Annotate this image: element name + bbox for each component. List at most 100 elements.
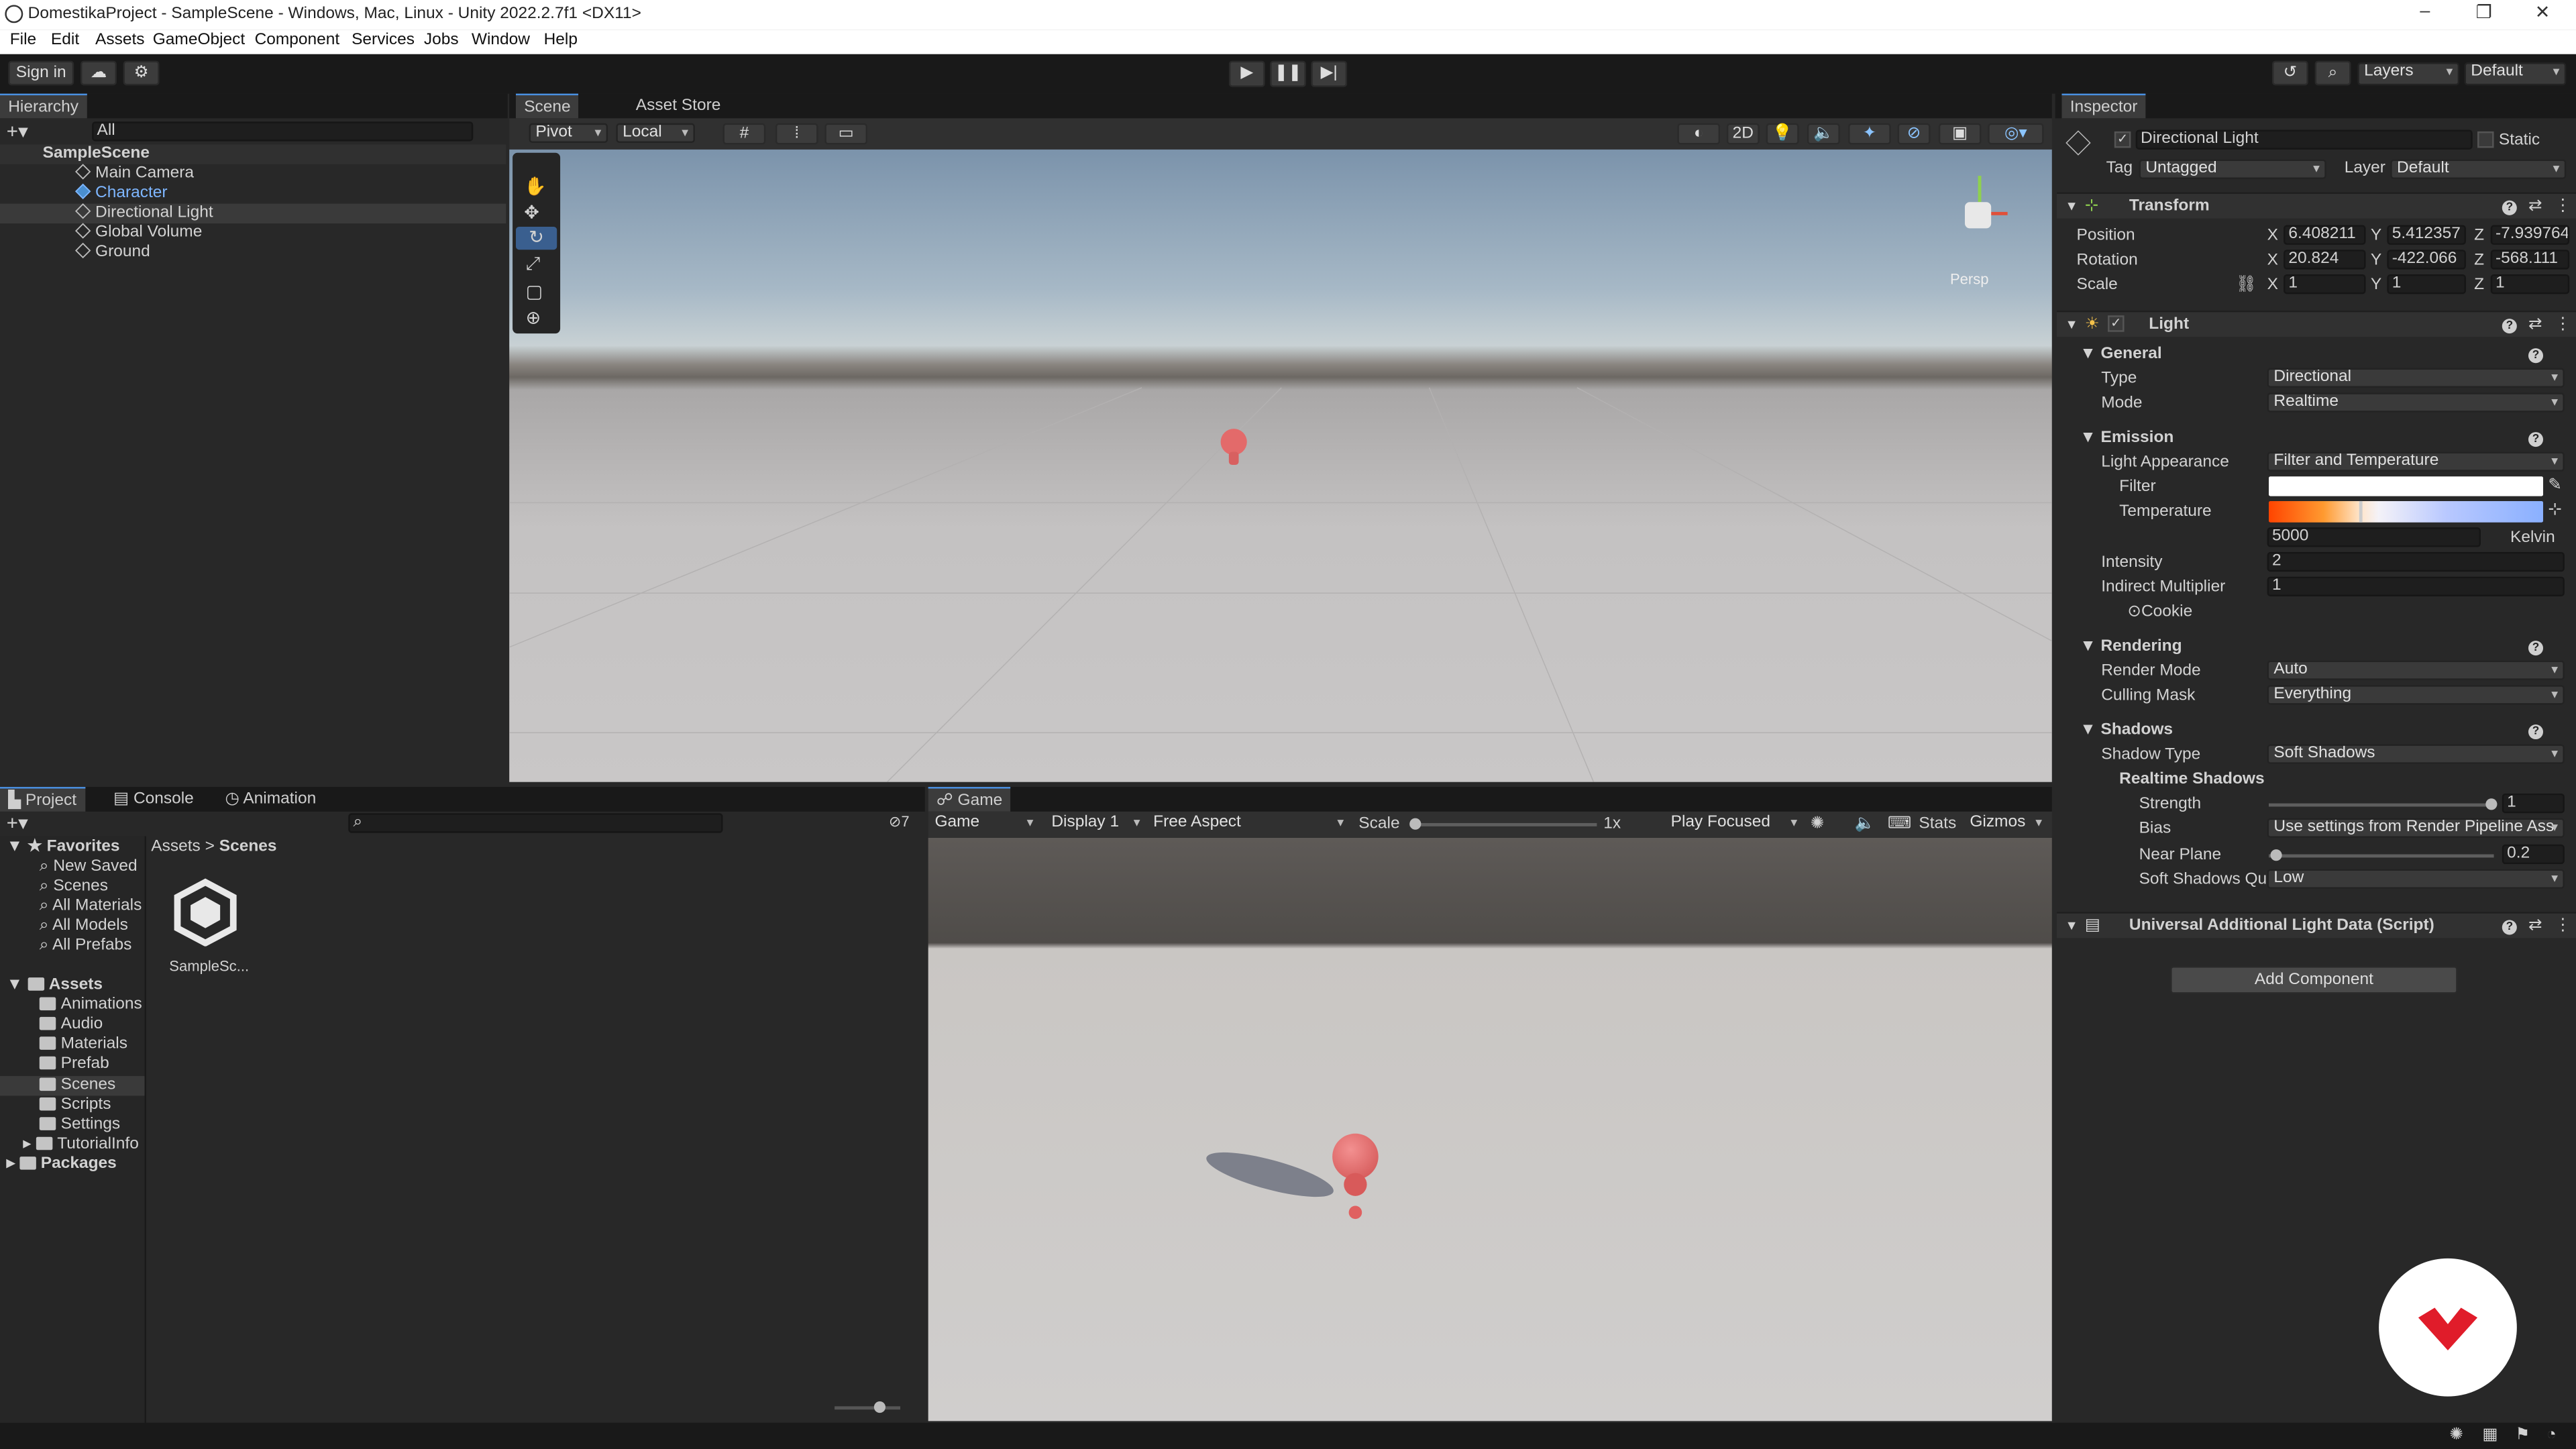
rect-tool-icon[interactable]: ▢ (526, 281, 543, 302)
filter-color-field[interactable] (2269, 476, 2544, 496)
script-header[interactable]: ▼ ▤ Universal Additional Light Data (Scr… (2057, 912, 2576, 938)
minimize-button[interactable]: – (2420, 1, 2430, 21)
transform-tool-icon[interactable]: ⊕ (526, 307, 541, 328)
game-mode-dropdown[interactable]: Game (930, 815, 1038, 835)
tab-console[interactable]: ▤ Console (105, 787, 202, 812)
shadow-type-dropdown[interactable]: Soft Shadows (2267, 744, 2565, 764)
progress-icon[interactable]: ◔ (2546, 1426, 2557, 1444)
menu-jobs[interactable]: Jobs (424, 32, 459, 50)
breadcrumb-scenes[interactable]: Scenes (219, 838, 277, 856)
cloud-icon[interactable]: ☁ (80, 60, 117, 86)
strength-slider[interactable] (2269, 798, 2498, 810)
preset-icon[interactable]: ⇄ (2528, 197, 2542, 215)
cache-server-icon[interactable]: ▦ (2482, 1426, 2498, 1444)
hierarchy-item-global-volume[interactable]: Global Volume (0, 223, 506, 243)
bias-dropdown[interactable]: Use settings from Render Pipeline Ass (2267, 818, 2565, 838)
grid-snap-icon[interactable]: # (722, 123, 766, 145)
close-button[interactable]: ✕ (2535, 1, 2551, 23)
help-icon[interactable]: ? (2528, 641, 2544, 656)
scene-asset-icon[interactable] (171, 877, 240, 947)
help-icon[interactable]: ? (2528, 348, 2544, 364)
add-component-button[interactable]: Add Component (2170, 966, 2458, 994)
menu-window[interactable]: Window (472, 32, 530, 50)
gizmos-dropdown[interactable]: Gizmos (1965, 815, 2047, 835)
menu-assets[interactable]: Assets (95, 32, 145, 50)
create-icon[interactable]: +▾ (7, 812, 28, 835)
persp-label[interactable]: Persp (1950, 271, 1989, 287)
pivot-dropdown[interactable]: Pivot (529, 123, 608, 144)
constrain-proportions-icon[interactable]: ⛓ (2236, 276, 2257, 294)
game-viewport[interactable] (928, 837, 2052, 1421)
rendering-section[interactable]: ▼ Rendering (2080, 637, 2182, 655)
scale-x-field[interactable]: 1 (2284, 274, 2366, 294)
scale-z-field[interactable]: 1 (2490, 274, 2570, 294)
camera-settings-icon[interactable]: ▣ (1938, 123, 1982, 145)
bug-icon[interactable]: ✺ (1811, 815, 1825, 833)
rotation-y-field[interactable]: -422.066 (2387, 250, 2466, 270)
scale-tool-icon[interactable]: ⤢ (526, 255, 541, 276)
tab-game[interactable]: ☍ Game (928, 787, 1011, 812)
scale-slider[interactable] (1409, 818, 1597, 830)
soft-shadows-quality-dropdown[interactable]: Low (2267, 869, 2565, 889)
help-icon[interactable]: ? (2502, 319, 2517, 334)
tab-inspector[interactable]: Inspector (2061, 93, 2146, 119)
tag-dropdown[interactable]: Untagged (2139, 159, 2326, 179)
2d-toggle-button[interactable]: 2D (1726, 123, 1760, 145)
icon-size-slider[interactable] (835, 1401, 901, 1413)
light-header[interactable]: ▼ ☀ ✓ Light ? ⇄ ⋮ (2057, 310, 2576, 337)
menu-file[interactable]: File (10, 32, 36, 50)
tab-hierarchy[interactable]: Hierarchy (0, 93, 87, 119)
collab-icon[interactable]: ⚙ (123, 60, 160, 86)
active-checkbox[interactable]: ✓ (2114, 131, 2131, 148)
ruler-icon[interactable]: ▭ (824, 123, 868, 145)
layers-dropdown[interactable]: Layers (2357, 62, 2460, 86)
tab-project[interactable]: ▙ Project (0, 787, 85, 812)
indirect-multiplier-field[interactable]: 1 (2267, 576, 2565, 596)
temperature-value-field[interactable]: 5000 (2267, 527, 2481, 547)
preset-icon[interactable]: ⇄ (2528, 917, 2542, 935)
help-icon[interactable]: ? (2502, 920, 2517, 935)
scene-row[interactable]: SampleScene (0, 144, 506, 164)
shadows-section[interactable]: ▼ Shadows (2080, 721, 2173, 739)
hand-tool-icon[interactable]: ✋ (524, 176, 547, 197)
rotation-x-field[interactable]: 20.824 (2284, 250, 2366, 270)
folder-scenes[interactable]: Scenes (39, 1076, 115, 1094)
maximize-button[interactable]: ❐ (2476, 1, 2492, 23)
add-icon[interactable]: +▾ (7, 120, 28, 143)
folder-settings[interactable]: Settings (39, 1116, 120, 1134)
draw-mode-icon[interactable]: ◐ (1677, 123, 1721, 145)
folder-audio[interactable]: Audio (39, 1015, 103, 1033)
favorite-all-materials[interactable]: ⌕ All Materials (40, 897, 142, 915)
strength-field[interactable]: 1 (2502, 793, 2565, 814)
hierarchy-item-character[interactable]: Character (0, 183, 506, 203)
object-name-field[interactable]: Directional Light (2135, 129, 2473, 150)
favorite-all-models[interactable]: ⌕ All Models (40, 917, 128, 935)
scene-asset-label[interactable]: SampleSc... (169, 958, 249, 974)
folder-animations[interactable]: Animations (39, 996, 142, 1014)
render-mode-dropdown[interactable]: Auto (2267, 660, 2565, 680)
hierarchy-search-input[interactable]: All (92, 121, 474, 142)
local-dropdown[interactable]: Local (616, 123, 695, 144)
cookie-label[interactable]: ⊙Cookie (2127, 603, 2192, 621)
scale-y-field[interactable]: 1 (2387, 274, 2466, 294)
hierarchy-item-directional-light[interactable]: Directional Light (0, 203, 506, 224)
near-plane-slider[interactable] (2269, 849, 2494, 861)
play-mode-dropdown[interactable]: Play Focused (1666, 815, 1802, 835)
hidden-count-icon[interactable]: ⊘7 (889, 813, 910, 831)
tab-asset-store[interactable]: Asset Store (628, 94, 729, 119)
auto-generate-lighting-icon[interactable]: ⚑ (2515, 1426, 2530, 1444)
light-enabled-checkbox[interactable]: ✓ (2108, 315, 2125, 332)
help-icon[interactable]: ? (2502, 200, 2517, 215)
transform-header[interactable]: ▼ ⊹ Transform ? ⇄ ⋮ (2057, 192, 2576, 219)
position-x-field[interactable]: 6.408211 (2284, 225, 2366, 245)
position-y-field[interactable]: 5.412357 (2387, 225, 2466, 245)
hierarchy-item-main-camera[interactable]: Main Camera (0, 164, 506, 184)
help-icon[interactable]: ? (2528, 432, 2544, 447)
menu-edit[interactable]: Edit (51, 32, 79, 50)
general-section[interactable]: ▼ General (2080, 345, 2161, 363)
rotation-z-field[interactable]: -568.111 (2490, 250, 2570, 270)
favorite-all-prefabs[interactable]: ⌕ All Prefabs (40, 936, 132, 955)
sign-in-button[interactable]: Sign in (8, 60, 74, 86)
menu-gameobject[interactable]: GameObject (153, 32, 245, 50)
search-icon[interactable]: ⌕ (2314, 60, 2351, 86)
